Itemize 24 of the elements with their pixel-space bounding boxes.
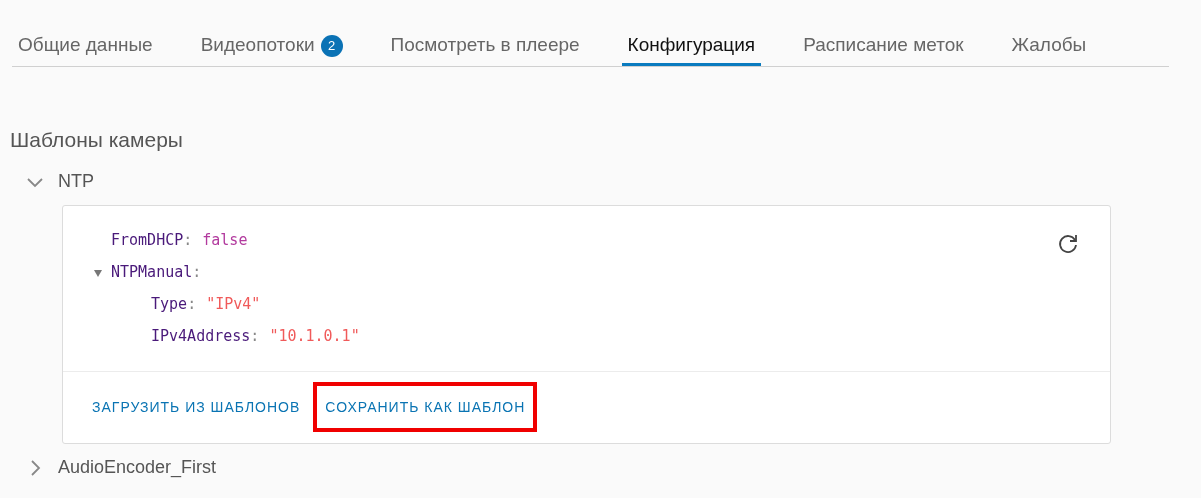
tab[interactable]: Посмотреть в плеере <box>384 28 586 66</box>
key-separator: : <box>250 326 260 348</box>
json-value: "IPv4" <box>206 294 261 316</box>
text-button[interactable]: ЗАГРУЗИТЬ ИЗ ШАБЛОНОВ <box>85 382 308 432</box>
tab[interactable]: Расписание меток <box>797 28 970 66</box>
json-key: Type <box>151 293 188 316</box>
json-key: FromDHCP <box>111 229 184 252</box>
tab[interactable]: Видеопотоки 2 <box>194 28 349 66</box>
template-toggle[interactable]: AudioEncoder_First <box>26 449 217 486</box>
count-badge: 2 <box>320 34 343 57</box>
tab[interactable]: Конфигурация <box>621 28 762 66</box>
tab[interactable]: Общие данные <box>12 28 159 66</box>
key-separator: : <box>192 262 202 284</box>
json-key: IPv4Address <box>151 325 251 348</box>
section-title: Шаблоны камеры <box>10 127 183 153</box>
key-separator: : <box>183 230 193 252</box>
json-value: "10.1.0.1" <box>269 326 360 348</box>
template-toggle[interactable]: NTP <box>26 163 94 200</box>
tab[interactable]: Жалобы <box>1005 28 1093 66</box>
caret-icon[interactable] <box>93 267 103 278</box>
key-separator: : <box>187 294 197 316</box>
text-button[interactable]: СОХРАНИТЬ КАК ШАБЛОН <box>313 382 538 432</box>
json-value: false <box>202 230 248 252</box>
json-key: NTPManual <box>111 261 193 284</box>
